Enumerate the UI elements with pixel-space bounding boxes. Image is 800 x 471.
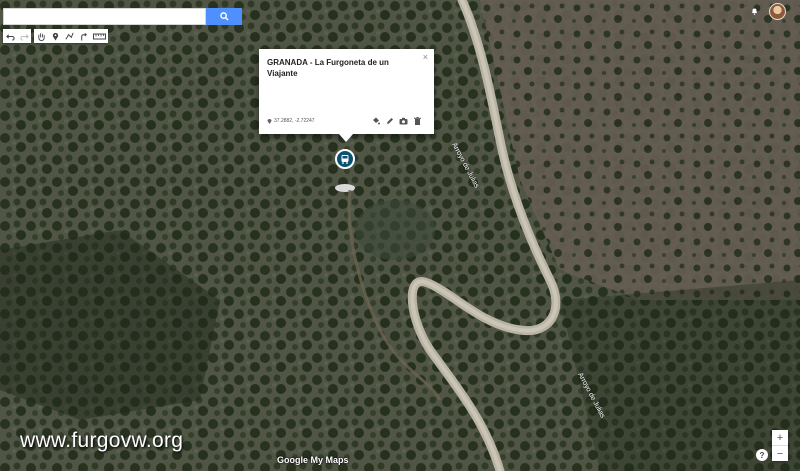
draw-line-button[interactable]: [62, 29, 76, 43]
watermark: www.furgovw.org: [20, 429, 184, 452]
delete-button[interactable]: [413, 116, 422, 125]
measure-button[interactable]: [90, 29, 108, 43]
undo-button[interactable]: [3, 29, 17, 43]
bell-icon: [751, 8, 757, 15]
card-actions: [371, 116, 422, 125]
search-button[interactable]: [206, 8, 242, 25]
google-my-maps-logo: Google My Maps: [277, 455, 349, 465]
paint-icon: [372, 117, 380, 124]
hand-icon: [37, 32, 45, 41]
search-icon: [219, 12, 229, 21]
directions-icon: [80, 32, 87, 41]
directions-button[interactable]: [76, 29, 90, 43]
bus-icon: [341, 155, 349, 164]
history-group: [3, 29, 31, 43]
zoom-out-button[interactable]: −: [772, 445, 788, 461]
avatar[interactable]: [769, 3, 786, 20]
coordinates-text: 37.2882, -2.72247: [274, 118, 315, 124]
marker-icon: [52, 32, 58, 41]
zoom-control: + −: [772, 430, 788, 461]
add-photo-button[interactable]: [399, 116, 408, 125]
camera-icon: [399, 117, 408, 124]
help-button[interactable]: ?: [756, 449, 768, 461]
close-button[interactable]: ×: [423, 52, 428, 62]
redo-button[interactable]: [17, 29, 31, 43]
add-marker-button[interactable]: [48, 29, 62, 43]
line-icon: [64, 32, 74, 39]
edit-button[interactable]: [385, 116, 394, 125]
tools-group: [34, 29, 108, 43]
zoom-in-button[interactable]: +: [772, 430, 788, 445]
style-button[interactable]: [371, 116, 380, 125]
van-marker[interactable]: [335, 149, 355, 169]
undo-icon: [5, 33, 15, 41]
coordinates: 37.2882, -2.72247: [267, 118, 315, 124]
place-info-card: GRANADA - La Furgoneta de un Viajante × …: [259, 49, 434, 142]
ruler-icon: [92, 33, 106, 39]
redo-icon: [19, 33, 29, 41]
place-title: GRANADA - La Furgoneta de un Viajante: [267, 58, 389, 78]
pan-button[interactable]: [34, 29, 48, 43]
map-toolbar: [3, 29, 108, 43]
notifications-button[interactable]: [749, 6, 759, 16]
delete-icon: [414, 116, 421, 125]
search-input[interactable]: [3, 8, 206, 25]
pin-icon: [267, 119, 272, 124]
edit-icon: [386, 117, 393, 124]
